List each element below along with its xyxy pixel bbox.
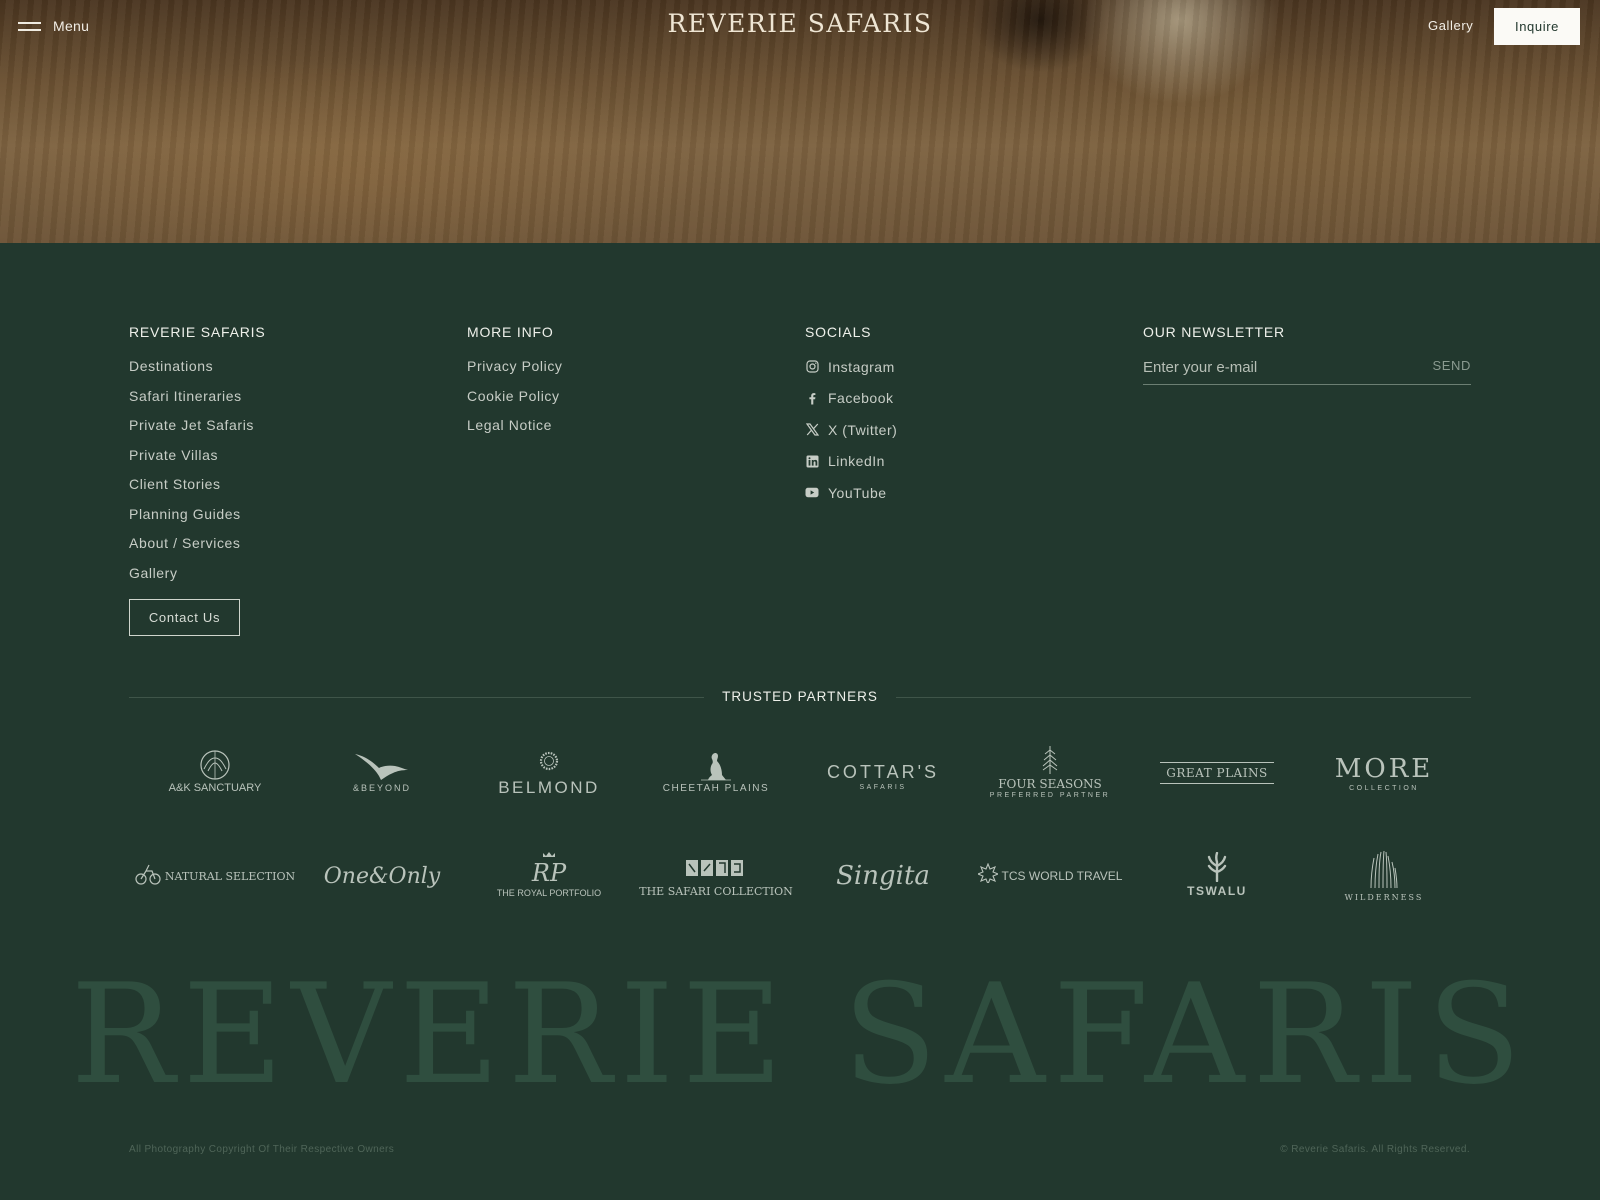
social-link-linkedin[interactable]: LinkedIn <box>805 446 897 478</box>
wilderness-grass-icon <box>1366 849 1402 891</box>
partner-logo-royal-portfolio[interactable]: RP THE ROYAL PORTFOLIO <box>474 845 624 905</box>
social-label: LinkedIn <box>828 453 885 470</box>
partner-name: WILDERNESS <box>1344 892 1424 902</box>
partner-name: A&K SANCTUARY <box>168 782 262 794</box>
divider <box>896 697 1471 698</box>
tree-icon <box>1041 745 1059 775</box>
footer-link-gallery[interactable]: Gallery <box>129 559 265 589</box>
partner-logo-natural-selection[interactable]: NATURAL SELECTION <box>135 845 295 905</box>
ak-emblem-icon <box>198 750 232 780</box>
gallery-link[interactable]: Gallery <box>1428 18 1473 33</box>
x-twitter-icon <box>805 423 819 437</box>
svg-text:RP: RP <box>531 859 567 886</box>
partner-logo-tswalu[interactable]: TSWALU <box>1142 845 1292 905</box>
footer-link-destinations[interactable]: Destinations <box>129 352 265 382</box>
newsletter-section: OUR NEWSLETTER SEND <box>1143 322 1471 385</box>
footer-link-planning-guides[interactable]: Planning Guides <box>129 500 265 530</box>
crown-monogram-icon: RP <box>531 852 567 886</box>
footer-link-about-services[interactable]: About / Services <box>129 529 265 559</box>
tswalu-plant-icon <box>1203 852 1231 882</box>
social-label: YouTube <box>828 484 887 501</box>
partner-logo-cottars[interactable]: COTTAR'S SAFARIS <box>808 742 958 802</box>
footer-link-cookie-policy[interactable]: Cookie Policy <box>467 382 563 412</box>
partner-name: &BEYOND <box>352 783 411 793</box>
footer-brand-column: REVERIE SAFARIS Destinations Safari Itin… <box>129 322 265 636</box>
partner-name: Singita <box>836 861 930 891</box>
photo-credit-text: All Photography Copyright Of Their Respe… <box>129 1144 395 1155</box>
youtube-icon <box>805 486 819 500</box>
footer-socials-column: SOCIALS Instagram Facebook X (Twitter) L… <box>805 322 897 509</box>
newsletter-title: OUR NEWSLETTER <box>1143 324 1285 340</box>
footer-link-legal-notice[interactable]: Legal Notice <box>467 411 563 441</box>
tiles-icon <box>685 853 747 883</box>
partner-name: TSWALU <box>1187 884 1247 898</box>
trusted-partners-header: TRUSTED PARTNERS <box>129 689 1471 707</box>
partner-logo-andbeyond[interactable]: &BEYOND <box>307 742 457 802</box>
partner-logo-wilderness[interactable]: WILDERNESS <box>1309 845 1459 905</box>
instagram-icon <box>805 360 819 374</box>
partner-logo-one-and-only[interactable]: One&Only <box>307 845 457 905</box>
bicycle-icon <box>135 861 161 890</box>
partner-logo-belmond[interactable]: BELMOND <box>474 742 624 802</box>
copyright-text: © Reverie Safaris. All Rights Reserved. <box>1280 1144 1470 1155</box>
partner-subname: SAFARIS <box>859 783 907 791</box>
partner-logo-safari-collection[interactable]: THE SAFARI COLLECTION <box>639 845 793 905</box>
footer-info-column: MORE INFO Privacy Policy Cookie Policy L… <box>467 322 563 441</box>
social-link-youtube[interactable]: YouTube <box>805 477 897 509</box>
brand-logo[interactable]: REVERIE SAFARIS <box>0 9 1600 38</box>
partner-name: One&Only <box>323 863 441 889</box>
partner-name: THE ROYAL PORTFOLIO <box>496 888 602 898</box>
contact-us-button[interactable]: Contact Us <box>129 599 240 636</box>
footer-link-private-villas[interactable]: Private Villas <box>129 441 265 471</box>
social-label: X (Twitter) <box>828 421 898 438</box>
partner-logo-great-plains[interactable]: GREAT PLAINS <box>1142 742 1292 802</box>
newsletter-send-button[interactable]: SEND <box>1432 358 1471 373</box>
eagle-icon <box>353 751 411 781</box>
partner-name: TCS WORLD TRAVEL <box>1001 869 1123 883</box>
social-link-x-twitter[interactable]: X (Twitter) <box>805 414 897 446</box>
partner-name: FOUR SEASONS <box>998 777 1102 791</box>
partner-logo-singita[interactable]: Singita <box>808 845 958 905</box>
partner-name: NATURAL SELECTION <box>164 869 296 883</box>
partner-name: MORE <box>1334 754 1434 784</box>
partner-logo-cheetah-plains[interactable]: CHEETAH PLAINS <box>641 742 791 802</box>
social-label: Facebook <box>828 390 894 407</box>
cheetah-icon <box>699 751 733 781</box>
footer-info-title: MORE INFO <box>467 324 554 340</box>
social-label: Instagram <box>828 358 895 375</box>
partner-name: THE SAFARI COLLECTION <box>639 884 793 898</box>
footer-link-private-jet-safaris[interactable]: Private Jet Safaris <box>129 411 265 441</box>
facebook-icon <box>805 391 819 405</box>
partner-name: BELMOND <box>498 778 600 797</box>
newsletter-form: SEND <box>1143 355 1471 385</box>
footer-wordmark: REVERIE SAFARIS <box>70 954 1530 1115</box>
partner-subname: PREFERRED PARTNER <box>989 792 1111 799</box>
partner-subname: COLLECTION <box>1349 785 1419 792</box>
top-navigation: Menu REVERIE SAFARIS Gallery Inquire <box>0 0 1600 52</box>
social-link-instagram[interactable]: Instagram <box>805 351 897 383</box>
partner-name: CHEETAH PLAINS <box>662 782 770 794</box>
partner-name: GREAT PLAINS <box>1160 762 1274 784</box>
partner-logo-ak-sanctuary[interactable]: A&K SANCTUARY <box>140 742 290 802</box>
footer-link-privacy-policy[interactable]: Privacy Policy <box>467 352 563 382</box>
footer-socials-title: SOCIALS <box>805 324 872 340</box>
social-link-facebook[interactable]: Facebook <box>805 383 897 415</box>
partner-logo-tcs-world-travel[interactable]: TCS WORLD TRAVEL <box>970 845 1130 905</box>
footer-brand-title: REVERIE SAFARIS <box>129 324 266 340</box>
linkedin-icon <box>805 454 819 468</box>
star-emblem-icon <box>976 862 1000 888</box>
partner-logo-more-collection[interactable]: MORE COLLECTION <box>1309 742 1459 802</box>
inquire-button[interactable]: Inquire <box>1494 8 1580 45</box>
newsletter-email-input[interactable] <box>1143 355 1413 379</box>
footer-link-client-stories[interactable]: Client Stories <box>129 470 265 500</box>
partner-name: COTTAR'S <box>826 761 940 782</box>
footer-link-safari-itineraries[interactable]: Safari Itineraries <box>129 382 265 412</box>
partner-logo-four-seasons[interactable]: FOUR SEASONS PREFERRED PARTNER <box>975 742 1125 802</box>
belmond-emblem-icon <box>538 746 560 776</box>
